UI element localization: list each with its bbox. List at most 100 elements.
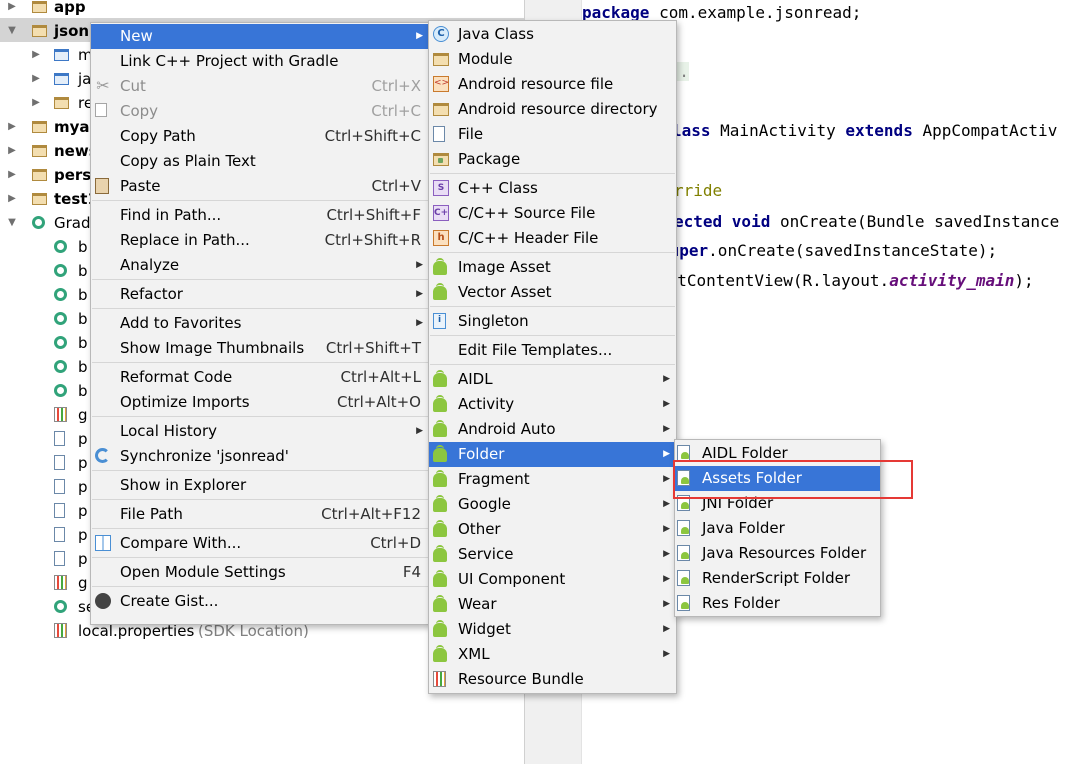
folder-menu-item-res-folder[interactable]: Res Folder bbox=[675, 591, 880, 616]
menu-item-label: File Path bbox=[120, 505, 183, 523]
menu-item-label: AIDL bbox=[458, 370, 493, 388]
new-menu-item-aidl[interactable]: AIDL ▶ bbox=[429, 367, 676, 392]
menu-separator bbox=[430, 252, 675, 253]
menu-item-label: Synchronize 'jsonread' bbox=[120, 447, 289, 465]
menu-item-label: C/C++ Header File bbox=[458, 229, 599, 247]
context-menu-item-open-module-settings[interactable]: Open Module Settings F4 bbox=[91, 560, 429, 585]
menu-item-shortcut: Ctrl+Shift+C bbox=[324, 127, 421, 145]
new-menu-item-c-c-header-file[interactable]: h C/C++ Header File bbox=[429, 226, 676, 251]
folder-menu-item-renderscript-folder[interactable]: RenderScript Folder bbox=[675, 566, 880, 591]
new-menu-item-edit-file-templates[interactable]: Edit File Templates... bbox=[429, 338, 676, 363]
menu-item-label: Analyze bbox=[120, 256, 180, 274]
new-menu-item-ui-component[interactable]: UI Component ▶ bbox=[429, 567, 676, 592]
context-menu-item-replace-in-path[interactable]: Replace in Path... Ctrl+Shift+R bbox=[91, 228, 429, 253]
new-menu-item-file[interactable]: File bbox=[429, 122, 676, 147]
context-menu-item-local-history[interactable]: Local History ▶ bbox=[91, 419, 429, 444]
new-menu-item-resource-bundle[interactable]: Resource Bundle bbox=[429, 667, 676, 692]
new-menu-item-singleton[interactable]: i Singleton bbox=[429, 309, 676, 334]
new-menu-item-activity[interactable]: Activity ▶ bbox=[429, 392, 676, 417]
cpp-source-icon: C+ bbox=[433, 205, 449, 221]
new-menu-item-android-auto[interactable]: Android Auto ▶ bbox=[429, 417, 676, 442]
context-menu-item-reformat-code[interactable]: Reformat Code Ctrl+Alt+L bbox=[91, 365, 429, 390]
code-token: ected void bbox=[674, 212, 771, 231]
context-menu-item-show-in-explorer[interactable]: Show in Explorer bbox=[91, 473, 429, 498]
menu-separator bbox=[92, 470, 428, 471]
new-menu-item-c-c-source-file[interactable]: C+ C/C++ Source File bbox=[429, 201, 676, 226]
menu-item-shortcut: Ctrl+Alt+O bbox=[337, 393, 421, 411]
new-menu-item-other[interactable]: Other ▶ bbox=[429, 517, 676, 542]
context-menu-item-analyze[interactable]: Analyze ▶ bbox=[91, 253, 429, 278]
menu-separator bbox=[92, 528, 428, 529]
collapse-arrow-icon[interactable]: ▶ bbox=[6, 163, 18, 187]
submenu-arrow-icon: ▶ bbox=[663, 549, 670, 559]
android-folder-icon bbox=[677, 570, 690, 586]
menu-separator bbox=[430, 173, 675, 174]
android-icon bbox=[433, 445, 447, 462]
menu-item-label: C++ Class bbox=[458, 179, 538, 197]
collapse-arrow-icon[interactable]: ▶ bbox=[6, 115, 18, 139]
context-menu-item-copy-as-plain-text[interactable]: Copy as Plain Text bbox=[91, 149, 429, 174]
context-menu-item-refactor[interactable]: Refactor ▶ bbox=[91, 282, 429, 307]
module-folder-icon bbox=[32, 193, 47, 205]
collapse-arrow-icon[interactable]: ▶ bbox=[6, 139, 18, 163]
tree-row-label: p bbox=[78, 502, 88, 520]
new-menu-item-google[interactable]: Google ▶ bbox=[429, 492, 676, 517]
folder-menu-item-java-folder[interactable]: Java Folder bbox=[675, 516, 880, 541]
collapse-arrow-icon[interactable]: ▶ bbox=[6, 187, 18, 211]
new-menu-item-fragment[interactable]: Fragment ▶ bbox=[429, 467, 676, 492]
new-menu-item-widget[interactable]: Widget ▶ bbox=[429, 617, 676, 642]
context-menu-item-find-in-path[interactable]: Find in Path... Ctrl+Shift+F bbox=[91, 203, 429, 228]
context-menu-item-cut[interactable]: ✂ Cut Ctrl+X bbox=[91, 74, 429, 99]
menu-separator bbox=[92, 200, 428, 201]
context-menu-item-compare-with[interactable]: Compare With... Ctrl+D bbox=[91, 531, 429, 556]
context-menu-item-copy-path[interactable]: Copy Path Ctrl+Shift+C bbox=[91, 124, 429, 149]
context-menu-item-paste[interactable]: Paste Ctrl+V bbox=[91, 174, 429, 199]
scissors-icon: ✂ bbox=[96, 76, 110, 95]
context-menu-item-optimize-imports[interactable]: Optimize Imports Ctrl+Alt+O bbox=[91, 390, 429, 415]
tree-row-label: app bbox=[54, 0, 86, 16]
menu-item-label: File bbox=[458, 125, 484, 143]
code-line: ected void onCreate(Bundle savedInstance bbox=[674, 212, 1059, 231]
new-menu-item-image-asset[interactable]: Image Asset bbox=[429, 255, 676, 280]
submenu-arrow-icon: ▶ bbox=[663, 574, 670, 584]
context-menu-item-copy[interactable]: Copy Ctrl+C bbox=[91, 99, 429, 124]
new-menu-item-service[interactable]: Service ▶ bbox=[429, 542, 676, 567]
context-menu-item-new[interactable]: New ▶ bbox=[91, 24, 429, 49]
new-menu-item-package[interactable]: Package bbox=[429, 147, 676, 172]
collapse-arrow-icon[interactable]: ▶ bbox=[30, 67, 42, 91]
gradle-icon bbox=[54, 288, 67, 301]
context-menu-item-show-image-thumbnails[interactable]: Show Image Thumbnails Ctrl+Shift+T bbox=[91, 336, 429, 361]
expand-arrow-icon[interactable]: ▼ bbox=[6, 211, 18, 235]
menu-item-shortcut: F4 bbox=[402, 563, 421, 581]
android-icon bbox=[433, 570, 447, 587]
new-menu-item-java-class[interactable]: C Java Class bbox=[429, 22, 676, 47]
assets-folder-highlight-box bbox=[673, 460, 913, 499]
new-menu-item-module[interactable]: Module bbox=[429, 47, 676, 72]
context-menu-item-add-to-favorites[interactable]: Add to Favorites ▶ bbox=[91, 311, 429, 336]
new-menu-item-vector-asset[interactable]: Vector Asset bbox=[429, 280, 676, 305]
submenu-arrow-icon: ▶ bbox=[663, 449, 670, 459]
new-menu-item-wear[interactable]: Wear ▶ bbox=[429, 592, 676, 617]
new-menu-item-folder[interactable]: Folder ▶ bbox=[429, 442, 676, 467]
context-menu-item-create-gist[interactable]: Create Gist... bbox=[91, 589, 429, 614]
menu-item-label: Reformat Code bbox=[120, 368, 233, 386]
new-menu-item-c-class[interactable]: S C++ Class bbox=[429, 176, 676, 201]
context-menu-item-synchronize-jsonread[interactable]: Synchronize 'jsonread' bbox=[91, 444, 429, 469]
new-menu-item-android-resource-directory[interactable]: Android resource directory bbox=[429, 97, 676, 122]
collapse-arrow-icon[interactable]: ▶ bbox=[30, 43, 42, 67]
menu-separator bbox=[92, 416, 428, 417]
package-icon bbox=[433, 153, 449, 166]
file-icon bbox=[54, 479, 65, 494]
collapse-arrow-icon[interactable]: ▶ bbox=[6, 0, 18, 19]
menu-item-label: Activity bbox=[458, 395, 515, 413]
menu-item-label: Image Asset bbox=[458, 258, 551, 276]
expand-arrow-icon[interactable]: ▼ bbox=[6, 19, 18, 43]
new-menu-item-android-resource-file[interactable]: <> Android resource file bbox=[429, 72, 676, 97]
context-menu-item-file-path[interactable]: File Path Ctrl+Alt+F12 bbox=[91, 502, 429, 527]
context-menu-item-link-c-project-with-gradle[interactable]: Link C++ Project with Gradle bbox=[91, 49, 429, 74]
new-menu-item-xml[interactable]: XML ▶ bbox=[429, 642, 676, 667]
tree-row-label: b bbox=[78, 238, 88, 256]
menu-item-label: Other bbox=[458, 520, 501, 538]
folder-menu-item-java-resources-folder[interactable]: Java Resources Folder bbox=[675, 541, 880, 566]
collapse-arrow-icon[interactable]: ▶ bbox=[30, 91, 42, 115]
